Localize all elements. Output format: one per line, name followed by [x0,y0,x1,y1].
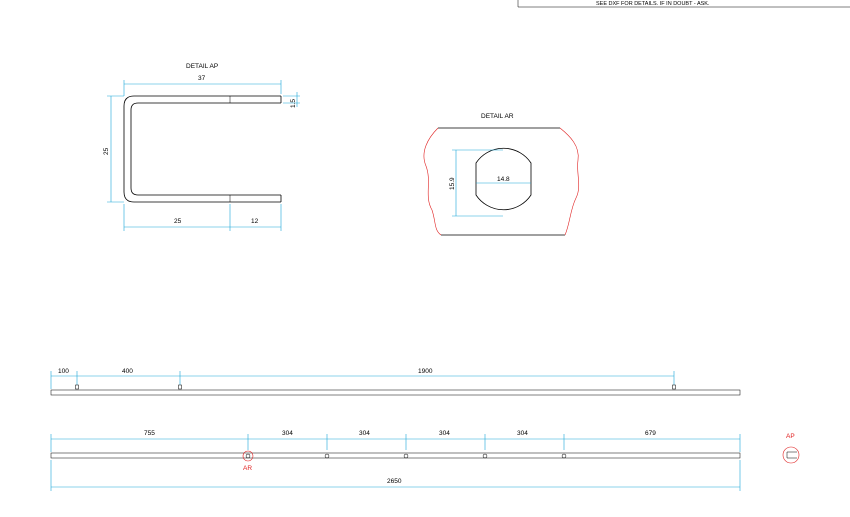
dim-bottom-2: 304 [282,430,293,437]
dim-ap-height: 25 [103,147,110,155]
hole-2 [324,453,330,459]
dim-top-3: 1900 [418,368,433,375]
callout-ar-circle [242,450,254,462]
callout-ap-circle [782,446,800,464]
callout-ar-label: AR [243,465,252,472]
detail-ar: DETAIL AR 15.9 14.8 [423,113,580,236]
callout-ap-profile [786,451,797,459]
channel-outer [123,95,281,203]
dim-bottom-1: 755 [144,430,155,437]
dim-top-2: 400 [122,368,133,375]
hole-5 [561,453,567,459]
dim-bottom-4: 304 [439,430,450,437]
dim-bottom-5: 304 [517,430,528,437]
callout-ap-label: AP [786,433,795,440]
detail-ap-title: DETAIL AP [186,63,218,70]
dim-ap-thickness: 1.5 [290,99,297,108]
break-line-right [559,127,580,236]
channel-inner [130,102,281,196]
technical-drawing: SEE DXF FOR DETAILS. IF IN DOUBT - ASK. … [50,0,850,491]
detail-ar-title: DETAIL AR [481,113,514,120]
dim-ar-height: 15.9 [449,177,456,190]
top-bar-view: 100 400 1900 [50,368,741,396]
hole-3 [403,453,409,459]
dim-bottom-3: 304 [359,430,370,437]
break-line-left [423,127,442,236]
dim-bottom-6: 679 [645,430,656,437]
title-block: SEE DXF FOR DETAILS. IF IN DOUBT - ASK. [517,0,850,8]
dim-ap-bottom-right: 12 [251,218,259,225]
bottom-bar-view: 755 304 304 304 304 679 AR 2650 AP [50,430,800,491]
dim-ar-width: 14.8 [497,176,510,183]
detail-ap: DETAIL AP 37 1.5 25 25 12 [103,63,300,231]
hole-1 [245,453,251,459]
dim-ap-bottom-left: 25 [174,218,182,225]
dim-ap-width: 37 [198,75,206,82]
hole-4 [482,453,488,459]
note-text: SEE DXF FOR DETAILS. IF IN DOUBT - ASK. [596,1,710,7]
dim-overall: 2650 [387,478,402,485]
dim-top-1: 100 [58,368,69,375]
